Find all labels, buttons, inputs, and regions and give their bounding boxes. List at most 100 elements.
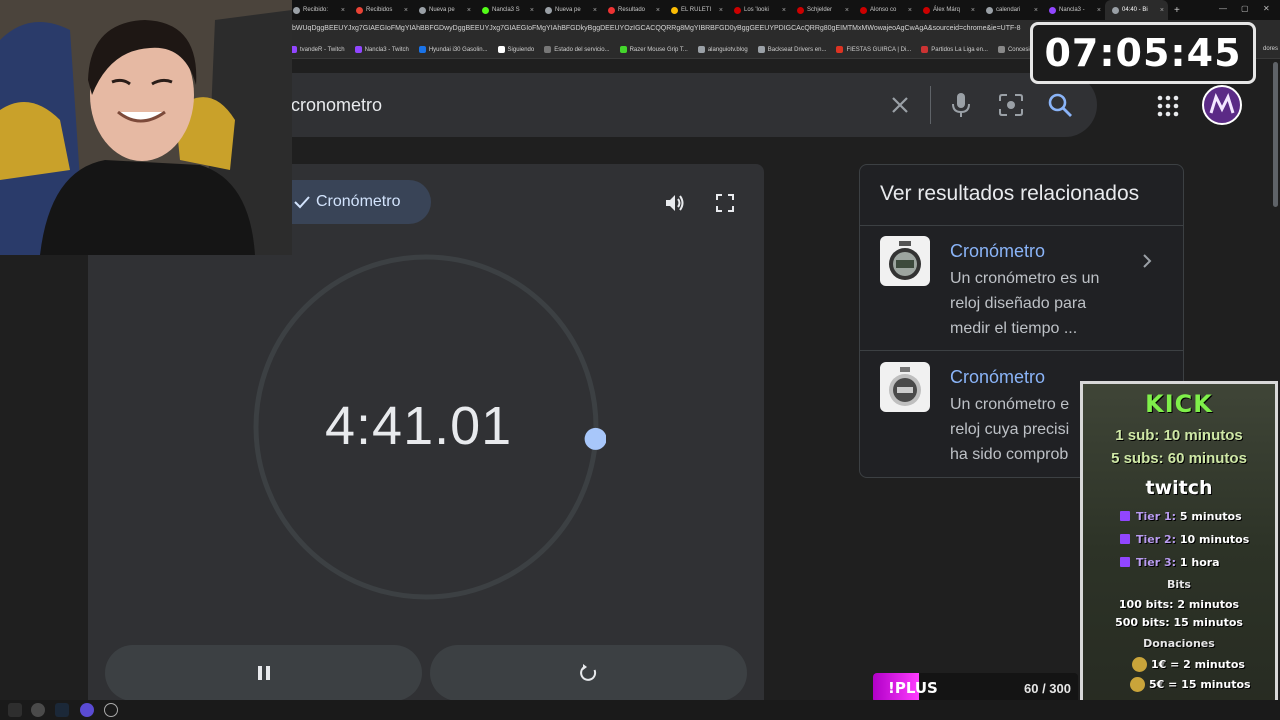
steam-icon[interactable] bbox=[55, 703, 69, 717]
tab-close-icon[interactable]: × bbox=[1097, 7, 1101, 14]
browser-tab[interactable]: Los 'looki × bbox=[727, 0, 790, 20]
bits-rule: 500 bits: 15 minutos bbox=[1115, 616, 1243, 629]
stopwatch-thumbnail[interactable] bbox=[880, 236, 930, 286]
tab-label: Alonso co bbox=[870, 7, 897, 13]
bookmark-label: Razer Mouse Grip T... bbox=[629, 46, 688, 53]
pause-icon bbox=[257, 666, 270, 680]
tab-label: Nueva pe bbox=[555, 7, 581, 13]
fullscreen-icon[interactable] bbox=[716, 194, 734, 212]
browser-tab[interactable]: Nancla3 S × bbox=[475, 0, 538, 20]
tab-label: Schjelder bbox=[807, 7, 833, 13]
tab-close-icon[interactable]: × bbox=[530, 7, 534, 14]
bits-heading: Bits bbox=[1167, 578, 1191, 591]
clear-search-icon[interactable] bbox=[883, 88, 917, 122]
tab-favicon-icon bbox=[293, 6, 300, 14]
bookmark-item[interactable]: tvandeR - Twitch bbox=[290, 46, 345, 53]
bookmark-item[interactable]: alanguiotv.blog bbox=[697, 46, 748, 53]
bookmark-item[interactable]: Siguiendo bbox=[497, 46, 534, 53]
browser-tab[interactable]: Álex Márq × bbox=[916, 0, 979, 20]
browser-tab[interactable]: EL RULETI × bbox=[664, 0, 727, 20]
bookmark-favicon-icon bbox=[497, 46, 505, 53]
bookmark-item[interactable]: Estado del servicio... bbox=[544, 46, 610, 53]
chevron-right-icon[interactable] bbox=[1141, 252, 1153, 275]
tab-favicon-icon bbox=[1049, 6, 1056, 14]
tab-close-icon[interactable]: × bbox=[908, 7, 912, 14]
search-input[interactable]: cronometro bbox=[291, 95, 382, 116]
tab-close-icon[interactable]: × bbox=[593, 7, 597, 14]
bookmark-label: Nancla3 - Twitch bbox=[364, 46, 409, 53]
bookmark-item[interactable]: Nancla3 - Twitch bbox=[354, 46, 409, 53]
browser-tab[interactable]: Nancla3 - × bbox=[1042, 0, 1105, 20]
tab-close-icon[interactable]: × bbox=[719, 7, 723, 14]
twitch-icon bbox=[1120, 511, 1130, 521]
bookmark-item[interactable]: Backseat Drivers en... bbox=[757, 46, 826, 53]
related-item-name[interactable]: Cronómetro bbox=[950, 241, 1045, 262]
bookmark-label: alanguiotv.blog bbox=[707, 46, 748, 53]
tab-close-icon[interactable]: × bbox=[1034, 7, 1038, 14]
browser-tab[interactable]: Schjelder × bbox=[790, 0, 853, 20]
obs-icon[interactable] bbox=[104, 703, 118, 717]
apps-grid-icon[interactable] bbox=[1157, 95, 1179, 117]
scrollbar-thumb[interactable] bbox=[1273, 62, 1278, 207]
bookmark-item[interactable]: Razer Mouse Grip T... bbox=[619, 46, 688, 53]
plus-label: !PLUS bbox=[888, 679, 938, 697]
tab-label: Nueva pe bbox=[429, 7, 455, 13]
browser-tab[interactable]: Resultado × bbox=[601, 0, 664, 20]
browser-tab[interactable]: Nueva pe × bbox=[538, 0, 601, 20]
lens-icon[interactable] bbox=[994, 88, 1028, 122]
browser-tab[interactable]: calendari × bbox=[979, 0, 1042, 20]
tab-label: EL RULETI bbox=[681, 7, 712, 13]
twitch-tier-row: Tier 1: 5 minutos bbox=[1120, 510, 1242, 523]
bookmark-label: FIESTAS GUIRCA | Di... bbox=[846, 46, 912, 53]
reset-button[interactable] bbox=[430, 645, 747, 701]
twitch-logo: twitch bbox=[1145, 477, 1213, 499]
browser-tab[interactable]: Recibidos × bbox=[349, 0, 412, 20]
minimize-icon[interactable]: — bbox=[1219, 4, 1227, 13]
sound-icon[interactable] bbox=[664, 192, 686, 214]
tab-close-icon[interactable]: × bbox=[845, 7, 849, 14]
tab-close-icon[interactable]: × bbox=[467, 7, 471, 14]
tab-close-icon[interactable]: × bbox=[971, 7, 975, 14]
microphone-icon[interactable] bbox=[944, 88, 978, 122]
maximize-icon[interactable]: ▢ bbox=[1241, 4, 1249, 13]
search-divider bbox=[930, 86, 931, 124]
bookmark-label: tvandeR - Twitch bbox=[300, 46, 345, 53]
tab-favicon-icon bbox=[545, 6, 552, 14]
bookmark-item[interactable]: Hyundai i30 Gasolin... bbox=[418, 46, 488, 53]
tab-favicon-icon bbox=[1112, 6, 1119, 14]
bookmark-favicon-icon bbox=[997, 46, 1005, 53]
browser-tab[interactable]: Recibido: × bbox=[286, 0, 349, 20]
tab-favicon-icon bbox=[860, 6, 867, 14]
coin-icon bbox=[1132, 657, 1147, 672]
related-item-name[interactable]: Cronómetro bbox=[950, 367, 1045, 388]
kick-rule: 1 sub: 10 minutos bbox=[1115, 427, 1243, 444]
new-tab-icon[interactable]: + bbox=[1174, 5, 1180, 16]
stopwatch-thumbnail[interactable] bbox=[880, 362, 930, 412]
tab-close-icon[interactable]: × bbox=[341, 7, 345, 14]
pause-button[interactable] bbox=[105, 645, 422, 701]
close-window-icon[interactable]: ✕ bbox=[1263, 4, 1270, 13]
tab-favicon-icon bbox=[482, 6, 489, 14]
account-avatar[interactable] bbox=[1202, 85, 1242, 125]
browser-tab[interactable]: Alonso co × bbox=[853, 0, 916, 20]
search-icon[interactable] bbox=[1043, 88, 1077, 122]
tab-label: Nancla3 S bbox=[492, 7, 520, 13]
tab-close-icon[interactable]: × bbox=[782, 7, 786, 14]
bookmark-label: Hyundai i30 Gasolin... bbox=[428, 46, 488, 53]
url-text[interactable]: bWUqDggBEEUYJxg7GIAEGIoFMgYIAhBBFGDwyDgg… bbox=[292, 25, 1021, 32]
tab-close-icon[interactable]: × bbox=[656, 7, 660, 14]
stream-clock: 07:05:45 bbox=[1030, 22, 1256, 84]
bookmark-item[interactable]: FIESTAS GUIRCA | Di... bbox=[836, 46, 911, 53]
browser-tab[interactable]: Nueva pe × bbox=[412, 0, 475, 20]
tab-close-icon[interactable]: × bbox=[404, 7, 408, 14]
kick-logo: KICK bbox=[1145, 390, 1213, 418]
tab-label: Álex Márq bbox=[933, 7, 961, 13]
browser-tab[interactable]: 04:40 - Bi × bbox=[1105, 0, 1168, 20]
stopwatch-mode-chip[interactable]: Cronómetro bbox=[288, 180, 431, 224]
bookmark-item[interactable]: Partidos La Liga en... bbox=[921, 46, 988, 53]
windows-start-icon[interactable] bbox=[8, 703, 22, 717]
taskbar bbox=[0, 700, 1280, 720]
chrome-icon[interactable] bbox=[31, 703, 45, 717]
tab-close-icon[interactable]: × bbox=[1160, 7, 1164, 14]
discord-icon[interactable] bbox=[80, 703, 94, 717]
